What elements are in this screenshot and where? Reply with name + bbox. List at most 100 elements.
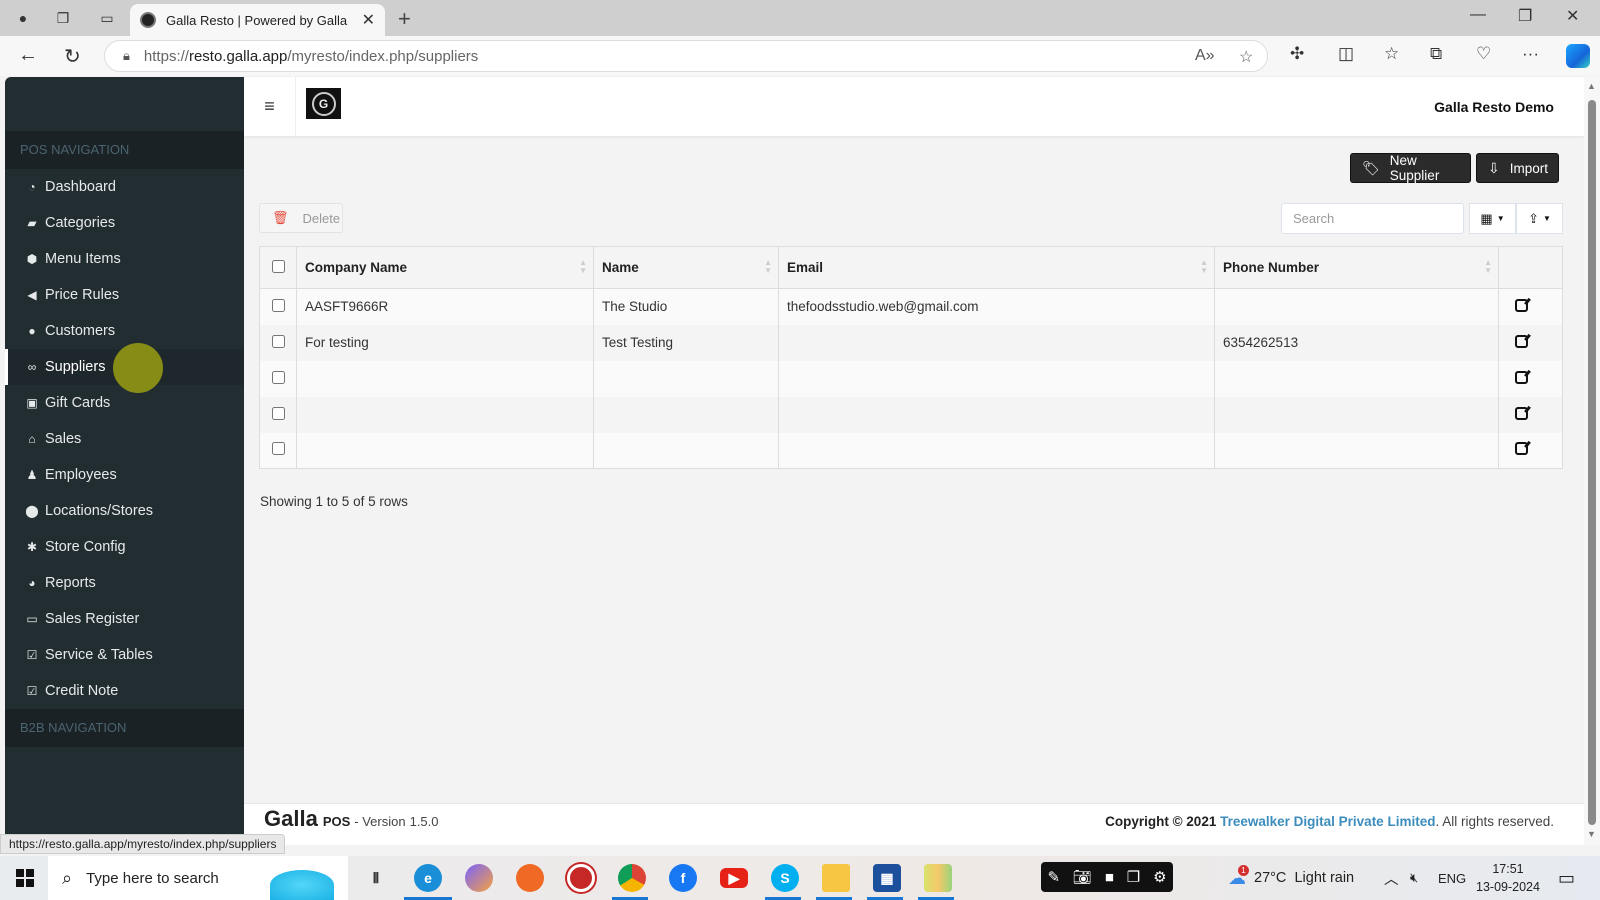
camera-icon[interactable]: 📷︎ (1073, 868, 1092, 886)
copilot-app-icon[interactable] (465, 864, 493, 892)
read-aloud-icon[interactable]: A» (1195, 47, 1215, 65)
sidebar-item-price-rules[interactable]: ◀ Price Rules (5, 277, 244, 313)
column-header-phone[interactable]: Phone Number ▲ ▼ (1214, 246, 1499, 289)
sidebar-item-dashboard[interactable]: ◔ Dashboard (5, 169, 244, 205)
workspaces-icon[interactable]: ❐ (52, 8, 74, 28)
split-screen-icon[interactable]: ◫ (1338, 44, 1354, 64)
select-all-cell (259, 246, 297, 289)
windows-start-icon[interactable] (16, 869, 34, 887)
collections-icon[interactable]: ⧉ (1430, 44, 1442, 64)
export-button[interactable]: ⇪ ▼ (1516, 203, 1563, 234)
profile-icon[interactable]: ● (12, 8, 34, 28)
skype-icon[interactable]: S (771, 864, 799, 892)
edit-icon[interactable] (1515, 442, 1528, 456)
sidebar-item-locations-stores[interactable]: ⬤ Locations/Stores (5, 493, 244, 529)
volume-muted-icon[interactable]: 🔇︎ (1410, 856, 1418, 900)
hamburger-menu-icon[interactable]: ≡ (244, 77, 296, 136)
pen-icon[interactable]: ✎ (1047, 868, 1060, 886)
sidebar-item-label: Service & Tables (45, 647, 153, 663)
firefox-icon[interactable] (516, 864, 544, 892)
settings-icon[interactable]: ⚙ (1153, 868, 1166, 886)
page-scrollbar[interactable]: ▲ ▼ (1584, 77, 1600, 845)
row-checkbox[interactable] (271, 334, 285, 348)
file-explorer-icon[interactable] (822, 864, 850, 892)
recorder-icon[interactable] (567, 864, 595, 892)
column-header-email[interactable]: Email ▲ ▼ (778, 246, 1215, 289)
edge-icon[interactable]: e (414, 864, 442, 892)
facebook-icon[interactable]: f (669, 864, 697, 892)
row-checkbox[interactable] (271, 370, 285, 384)
table-row[interactable] (259, 432, 1563, 469)
new-supplier-button[interactable]: 🏷︎ New Supplier (1350, 153, 1471, 183)
store-name[interactable]: Galla Resto Demo (1434, 99, 1554, 115)
import-button[interactable]: ⇩ Import (1476, 153, 1559, 183)
column-header-company[interactable]: Company Name ▲ ▼ (296, 246, 594, 289)
sidebar-item-gift-cards[interactable]: ▣ Gift Cards (5, 385, 244, 421)
tab-actions-icon[interactable]: ▭ (96, 8, 118, 28)
sidebar-item-service-tables[interactable]: ☑ Service & Tables (5, 637, 244, 673)
browser-tab[interactable]: Galla Resto | Powered by Galla ✕ (130, 4, 385, 36)
video-icon[interactable]: ■ (1105, 869, 1114, 886)
delete-button[interactable]: 🗑︎ Delete (259, 203, 343, 233)
favorites-icon[interactable]: ☆ (1384, 44, 1399, 64)
sidebar-item-reports[interactable]: ◕ Reports (5, 565, 244, 601)
reload-icon[interactable]: ↻ (64, 44, 81, 69)
cell-name (593, 360, 779, 397)
restore-icon[interactable]: ❐ (1518, 6, 1532, 26)
extensions-icon[interactable]: ✣ (1290, 44, 1304, 64)
columns-toggle-button[interactable]: ▦ ▼ (1469, 203, 1516, 234)
url-field[interactable]: 🔒︎ https://resto.galla.app/myresto/index… (104, 40, 1268, 72)
window-close-icon[interactable]: ✕ (1566, 6, 1579, 26)
row-checkbox[interactable] (271, 442, 285, 456)
table-row[interactable] (259, 360, 1563, 397)
notifications-icon[interactable]: ▭ (1558, 856, 1575, 900)
sidebar-item-sales-register[interactable]: ▭ Sales Register (5, 601, 244, 637)
page-footer: Galla POS - Version 1.5.0 Copyright © 20… (244, 803, 1584, 845)
column-header-name[interactable]: Name ▲ ▼ (593, 246, 779, 289)
table-row[interactable]: AASFT9666R The Studio thefoodsstudio.web@g… (259, 288, 1563, 325)
sidebar-item-employees[interactable]: ♟ Employees (5, 457, 244, 493)
row-checkbox[interactable] (271, 298, 285, 312)
sidebar-item-customers[interactable]: ● Customers (5, 313, 244, 349)
brand-logo[interactable]: G (306, 88, 341, 119)
edit-icon[interactable] (1515, 370, 1528, 384)
sidebar-item-credit-note[interactable]: ☑ Credit Note (5, 673, 244, 709)
favorite-star-icon[interactable]: ☆ (1239, 47, 1253, 67)
tray-chevron-icon[interactable]: ︿ (1384, 856, 1399, 900)
back-icon[interactable]: ← (18, 44, 38, 67)
table-row[interactable]: For testing Test Testing 6354262513 (259, 324, 1563, 361)
sidebar-item-label: Menu Items (45, 251, 121, 267)
edit-icon[interactable] (1515, 334, 1528, 348)
more-menu-icon[interactable]: ··· (1522, 44, 1539, 64)
close-tab-icon[interactable]: ✕ (362, 10, 375, 30)
lock-icon[interactable]: 🔒︎ (123, 48, 130, 64)
store-icon[interactable]: ▦ (873, 864, 901, 892)
search-input[interactable] (1281, 203, 1464, 234)
taskbar-clock[interactable]: 17:51 13-09-2024 (1476, 860, 1540, 896)
edit-icon[interactable] (1515, 406, 1528, 420)
select-all-checkbox[interactable] (271, 259, 285, 273)
row-actions-cell (1498, 360, 1563, 397)
scroll-down-icon[interactable]: ▼ (1587, 829, 1596, 839)
new-tab-icon[interactable]: + (398, 6, 411, 32)
task-view-icon[interactable]: ⫴ (362, 864, 390, 892)
copilot-icon[interactable] (1566, 44, 1590, 68)
row-checkbox[interactable] (271, 406, 285, 420)
youtube-icon[interactable]: ▶ (720, 868, 748, 888)
sidebar-item-sales[interactable]: ⌂ Sales (5, 421, 244, 457)
app-icon[interactable] (924, 864, 952, 892)
footer-company-link[interactable]: Treewalker Digital Private Limited (1220, 814, 1435, 829)
chrome-icon[interactable] (618, 864, 646, 892)
window-capture-icon[interactable]: ❐ (1127, 868, 1140, 886)
scrollbar-thumb[interactable] (1588, 100, 1596, 825)
table-row[interactable] (259, 396, 1563, 433)
sidebar-item-menu-items[interactable]: ⬢ Menu Items (5, 241, 244, 277)
language-indicator[interactable]: ENG (1438, 856, 1466, 900)
edit-icon[interactable] (1515, 298, 1528, 312)
browser-essentials-icon[interactable]: ♡ (1476, 44, 1491, 64)
minimize-icon[interactable]: — (1470, 6, 1486, 24)
weather-widget[interactable]: ☁ 1 27°C Light rain (1228, 856, 1354, 900)
sidebar-item-categories[interactable]: ▰ Categories (5, 205, 244, 241)
sidebar-item-store-config[interactable]: ✱ Store Config (5, 529, 244, 565)
scroll-up-icon[interactable]: ▲ (1587, 81, 1596, 91)
